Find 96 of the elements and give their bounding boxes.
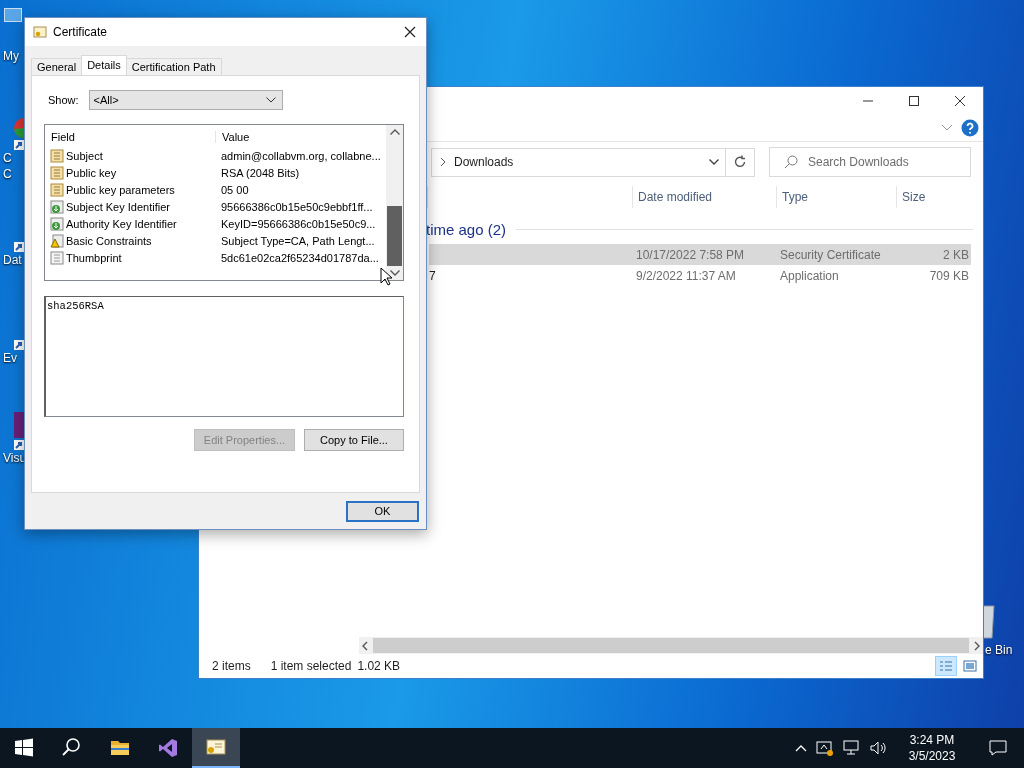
certificate-icon bbox=[33, 26, 47, 38]
file-size: 2 KB bbox=[942, 247, 969, 262]
refresh-icon[interactable] bbox=[733, 155, 747, 169]
status-text: 1 item selected bbox=[270, 659, 352, 673]
update-icon[interactable] bbox=[816, 740, 834, 756]
search-icon bbox=[784, 155, 798, 169]
browser-icon bbox=[14, 118, 24, 138]
status-text: 2 items bbox=[212, 659, 251, 673]
tab[interactable]: Details bbox=[81, 55, 127, 75]
volume-icon[interactable] bbox=[870, 740, 888, 756]
field-name[interactable]: Basic Constraints bbox=[66, 234, 152, 247]
shortcut-arrow-icon bbox=[14, 140, 24, 150]
field-value: 5dc61e02ca2f65234d01787da... bbox=[220, 251, 380, 264]
desktop-icon-label[interactable]: My bbox=[0, 48, 19, 64]
field-name[interactable]: Authority Key Identifier bbox=[66, 217, 177, 230]
clock[interactable]: 3:24 PM 3/5/2023 bbox=[897, 732, 967, 764]
folder-icon bbox=[110, 738, 130, 758]
file-row[interactable]: 7 9/2/2022 11:37 AM Application 709 KB bbox=[429, 265, 971, 286]
search-icon bbox=[62, 738, 82, 758]
value-text-area[interactable]: sha256RSA bbox=[44, 296, 404, 417]
desktop-icon-label[interactable]: C bbox=[0, 166, 12, 182]
field-value: 95666386c0b15e50c9ebbf1ff... bbox=[220, 200, 374, 213]
group-header[interactable]: time ago (2) bbox=[426, 221, 507, 238]
details-view-icon bbox=[939, 660, 953, 672]
property-icon bbox=[50, 165, 64, 180]
close-icon[interactable] bbox=[404, 26, 416, 38]
field-name[interactable]: Public key bbox=[66, 166, 117, 179]
studio-icon bbox=[14, 412, 24, 438]
column-header[interactable]: Date modified bbox=[632, 186, 776, 208]
expand-ribbon-icon[interactable] bbox=[941, 124, 953, 132]
field-value: Subject Type=CA, Path Lengt... bbox=[220, 234, 376, 247]
thumbnails-view-icon bbox=[963, 660, 977, 672]
chevron-icon bbox=[440, 157, 446, 167]
tab[interactable]: Certification Path bbox=[125, 58, 222, 75]
certificate-icon bbox=[206, 737, 226, 757]
desktop-icon-label[interactable]: Ev bbox=[0, 350, 17, 366]
scroll-right-icon[interactable] bbox=[973, 640, 981, 651]
network-icon[interactable] bbox=[843, 740, 861, 756]
close-icon[interactable] bbox=[955, 96, 965, 106]
dropdown-icon[interactable] bbox=[709, 159, 719, 165]
studio-icon bbox=[158, 738, 178, 758]
shortcut-arrow-icon bbox=[14, 242, 24, 252]
window-title: Certificate bbox=[53, 25, 108, 39]
field-value: admin@collabvm.org, collabne... bbox=[220, 149, 382, 162]
field-label: Show: bbox=[48, 94, 79, 106]
address-text: Downloads bbox=[454, 155, 514, 169]
chevron-up-icon[interactable] bbox=[795, 744, 807, 752]
dropdown-icon bbox=[265, 97, 276, 103]
horizontal-scrollbar[interactable] bbox=[359, 637, 983, 654]
taskbar-button[interactable] bbox=[192, 728, 240, 768]
shortcut-arrow-icon bbox=[14, 340, 24, 350]
status-text: 1.02 KB bbox=[357, 659, 401, 673]
mouse-pointer-icon bbox=[380, 267, 393, 286]
address-bar[interactable]: Downloads bbox=[431, 147, 755, 177]
maximize-icon[interactable] bbox=[909, 96, 919, 106]
show-dropdown[interactable]: <All> bbox=[88, 90, 283, 110]
field-name[interactable]: Subject bbox=[66, 149, 103, 162]
file-date: 10/17/2022 7:58 PM bbox=[636, 247, 746, 262]
column-header[interactable]: Field bbox=[45, 131, 215, 143]
scroll-left-icon[interactable] bbox=[361, 640, 369, 651]
copy-to-file-button[interactable]: Copy to File... bbox=[304, 429, 404, 451]
desktop-icon-label[interactable]: Dat bbox=[0, 252, 22, 268]
search-placeholder: Search Downloads bbox=[808, 155, 909, 169]
field-value: KeyID=95666386c0b15e50c9... bbox=[220, 217, 377, 230]
field-value: RSA (2048 Bits) bbox=[220, 166, 301, 179]
property-icon bbox=[50, 182, 64, 197]
field-value: 05 00 bbox=[220, 183, 250, 196]
file-size: 709 KB bbox=[928, 268, 969, 283]
computer-icon bbox=[4, 8, 22, 22]
help-icon[interactable] bbox=[961, 119, 979, 137]
file-type: Application bbox=[780, 268, 840, 283]
field-name[interactable]: Thumbprint bbox=[66, 251, 122, 264]
field-name[interactable]: Subject Key Identifier bbox=[66, 200, 170, 213]
column-header[interactable]: Size bbox=[896, 186, 976, 208]
property-icon bbox=[50, 148, 64, 163]
column-header[interactable]: Type bbox=[776, 186, 896, 208]
extension-icon bbox=[50, 199, 64, 214]
notification-icon[interactable] bbox=[989, 740, 1007, 756]
warning-icon bbox=[50, 233, 64, 248]
search-field[interactable]: Search Downloads bbox=[769, 147, 971, 177]
tab[interactable]: General bbox=[31, 58, 83, 75]
extension-icon bbox=[50, 216, 64, 231]
shortcut-arrow-icon bbox=[14, 440, 24, 450]
windows-start-icon bbox=[14, 738, 34, 758]
file-date: 9/2/2022 11:37 AM bbox=[636, 268, 737, 283]
ok-button[interactable]: OK bbox=[346, 500, 419, 522]
field-name[interactable]: Public key parameters bbox=[66, 183, 175, 196]
scroll-up-icon[interactable] bbox=[389, 129, 400, 135]
desktop-icon-label[interactable]: C bbox=[0, 150, 12, 166]
file-type: Security Certificate bbox=[780, 247, 882, 262]
vertical-scrollbar[interactable] bbox=[386, 125, 403, 280]
desktop-icon-label[interactable]: e Bin bbox=[982, 642, 1013, 658]
desktop-icon-label[interactable]: Visu bbox=[0, 450, 27, 466]
document-icon bbox=[50, 250, 64, 265]
file-name: 7 bbox=[429, 268, 437, 283]
file-row[interactable]: 10/17/2022 7:58 PM Security Certificate 2 KB bbox=[429, 244, 971, 265]
